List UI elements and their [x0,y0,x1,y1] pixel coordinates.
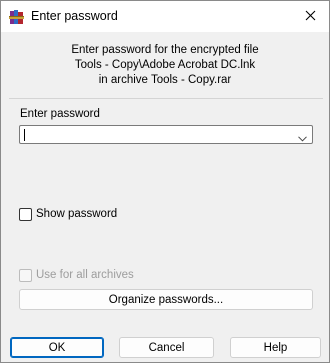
message-line: Enter password for the encrypted file [71,44,259,56]
text-caret [24,129,25,141]
chevron-down-icon[interactable] [298,131,307,142]
password-dialog: Enter password Enter password for the en… [0,0,330,363]
show-password-label[interactable]: Show password [36,208,117,220]
message-file-path: Tools - Copy\Adobe Acrobat DC.lnk [74,59,256,71]
help-button[interactable]: Help [230,337,321,358]
encrypted-file-message: Enter password for the encrypted file To… [1,43,329,88]
dialog-title: Enter password [31,9,118,23]
close-button[interactable] [291,1,329,32]
use-for-all-archives-label: Use for all archives [36,269,134,281]
password-label: Enter password [20,108,100,120]
use-for-all-archives-checkbox[interactable] [19,269,32,282]
show-password-checkbox[interactable] [19,208,32,221]
cancel-button[interactable]: Cancel [119,337,214,358]
title-bar: Enter password [1,1,329,32]
organize-passwords-button[interactable]: Organize passwords... [19,289,313,310]
message-archive: in archive Tools - Copy.rar [98,74,232,86]
close-icon [305,10,316,24]
ok-button[interactable]: OK [10,337,104,358]
winrar-books-icon [9,9,25,25]
password-input[interactable] [19,125,313,144]
